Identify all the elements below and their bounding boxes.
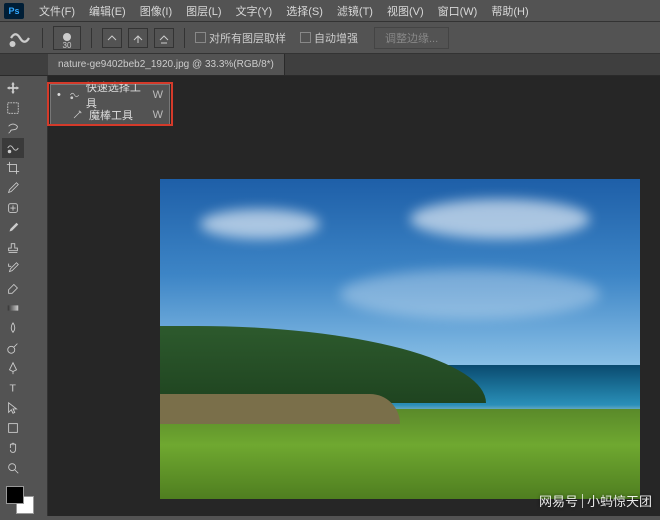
watermark-source: 网易号 <box>539 491 578 510</box>
app-logo: Ps <box>4 3 24 19</box>
auto-enhance-label: 自动增强 <box>314 30 358 46</box>
quick-select-icon <box>69 89 80 101</box>
flyout-magic-wand[interactable]: 魔棒工具 W <box>51 105 169 125</box>
menu-filter[interactable]: 滤镜(T) <box>330 3 380 19</box>
crop-tool[interactable] <box>2 158 24 178</box>
canvas-area[interactable] <box>48 76 660 516</box>
image-content <box>200 209 320 239</box>
stamp-tool[interactable] <box>2 238 24 258</box>
blur-tool[interactable] <box>2 318 24 338</box>
adjust-edge-button[interactable]: 调整边缘... <box>374 27 449 49</box>
type-tool[interactable]: T <box>2 378 24 398</box>
marquee-tool[interactable] <box>2 98 24 118</box>
menu-view[interactable]: 视图(V) <box>380 3 431 19</box>
document-tab-bar: nature-ge9402beb2_1920.jpg @ 33.3%(RGB/8… <box>0 54 660 76</box>
menu-select[interactable]: 选择(S) <box>279 3 330 19</box>
sample-all-label: 对所有图层取样 <box>209 30 286 46</box>
menu-window[interactable]: 窗口(W) <box>431 3 485 19</box>
gradient-tool[interactable] <box>2 298 24 318</box>
separator <box>184 28 185 48</box>
watermark: 网易号 小蚂惊天团 <box>539 491 652 510</box>
main-area: T <box>0 76 660 516</box>
watermark-separator <box>582 494 583 508</box>
magic-wand-icon <box>71 109 83 121</box>
watermark-author: 小蚂惊天团 <box>587 491 652 510</box>
shape-tool[interactable] <box>2 418 24 438</box>
menu-edit[interactable]: 编辑(E) <box>82 3 133 19</box>
healing-brush-tool[interactable] <box>2 198 24 218</box>
quick-select-tool[interactable] <box>2 138 24 158</box>
hand-tool[interactable] <box>2 438 24 458</box>
add-selection-button[interactable] <box>128 28 148 48</box>
flyout-label: 魔棒工具 <box>89 107 133 123</box>
menu-help[interactable]: 帮助(H) <box>484 3 535 19</box>
toolbar: T <box>0 76 48 516</box>
document-tab[interactable]: nature-ge9402beb2_1920.jpg @ 33.3%(RGB/8… <box>48 54 285 75</box>
lasso-tool[interactable] <box>2 118 24 138</box>
menu-type[interactable]: 文字(Y) <box>229 3 280 19</box>
menubar: Ps 文件(F) 编辑(E) 图像(I) 图层(L) 文字(Y) 选择(S) 滤… <box>0 0 660 22</box>
image-content <box>410 199 590 239</box>
image-content <box>340 269 600 319</box>
current-tool-icon[interactable] <box>8 26 32 50</box>
path-select-tool[interactable] <box>2 398 24 418</box>
brush-preset[interactable] <box>53 26 81 50</box>
eraser-tool[interactable] <box>2 278 24 298</box>
zoom-tool[interactable] <box>2 458 24 478</box>
move-tool[interactable] <box>2 78 24 98</box>
separator <box>91 28 92 48</box>
eyedropper-tool[interactable] <box>2 178 24 198</box>
new-selection-button[interactable] <box>102 28 122 48</box>
image-content <box>160 409 640 499</box>
flyout-shortcut: W <box>153 89 163 101</box>
subtract-selection-button[interactable] <box>154 28 174 48</box>
history-brush-tool[interactable] <box>2 258 24 278</box>
auto-enhance-checkbox[interactable]: 自动增强 <box>300 30 358 46</box>
color-swatches[interactable] <box>2 484 45 520</box>
options-bar: 对所有图层取样 自动增强 调整边缘... <box>0 22 660 54</box>
pen-tool[interactable] <box>2 358 24 378</box>
flyout-shortcut: W <box>153 109 163 121</box>
menu-file[interactable]: 文件(F) <box>32 3 82 19</box>
flyout-quick-select[interactable]: 快速选择工具 W <box>51 85 169 105</box>
foreground-color-swatch[interactable] <box>6 486 24 504</box>
document-canvas[interactable] <box>160 179 640 499</box>
dodge-tool[interactable] <box>2 338 24 358</box>
sample-all-layers-checkbox[interactable]: 对所有图层取样 <box>195 30 286 46</box>
svg-text:T: T <box>10 383 17 395</box>
menu-layer[interactable]: 图层(L) <box>179 3 228 19</box>
separator <box>42 28 43 48</box>
brush-tool[interactable] <box>2 218 24 238</box>
checkbox-icon <box>195 32 206 43</box>
tool-flyout-menu: 快速选择工具 W 魔棒工具 W <box>50 84 170 126</box>
checkbox-icon <box>300 32 311 43</box>
menu-image[interactable]: 图像(I) <box>133 3 179 19</box>
